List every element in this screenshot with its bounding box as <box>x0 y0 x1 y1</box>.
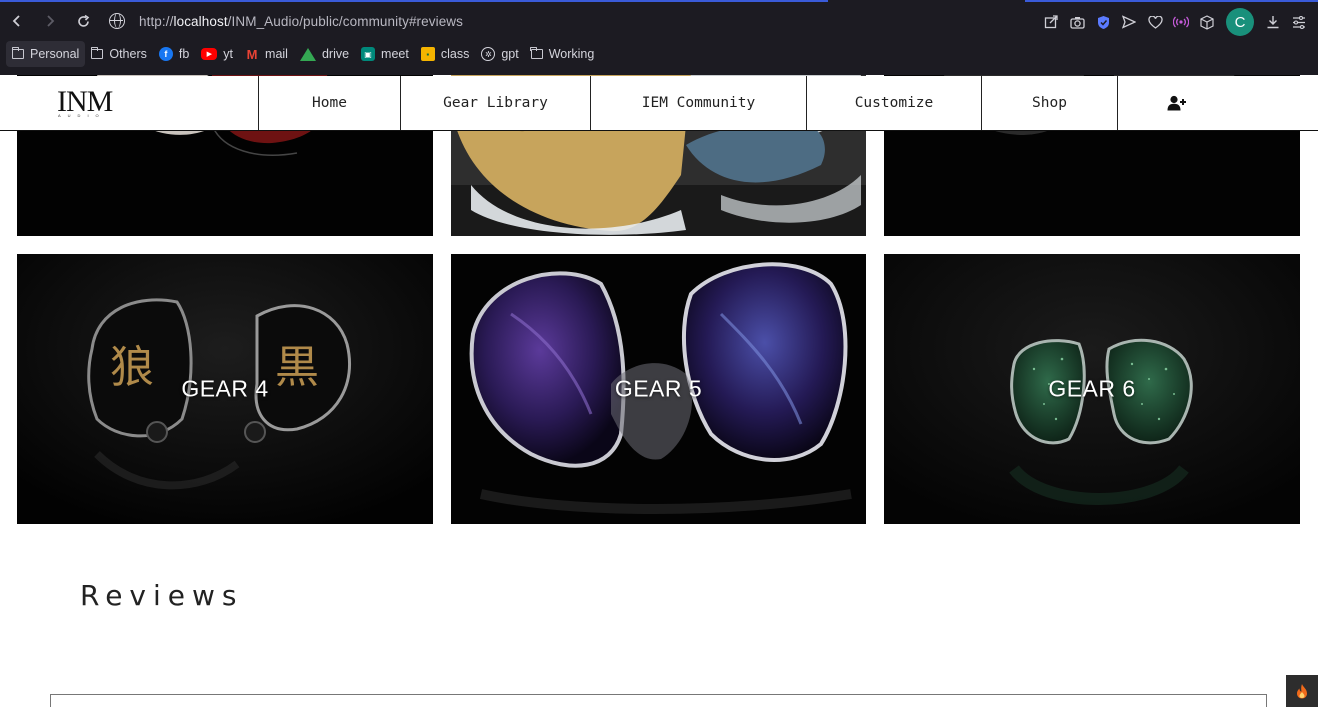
folder-icon <box>91 47 104 59</box>
bookmark-class[interactable]: ▪ class <box>415 41 475 67</box>
reload-button[interactable] <box>67 5 99 37</box>
nav-customize[interactable]: Customize <box>806 76 981 130</box>
gear-card-5[interactable]: GEAR 5 <box>451 254 866 524</box>
nav-home[interactable]: Home <box>258 76 400 130</box>
youtube-icon: ▶ <box>201 48 218 60</box>
shield-icon[interactable] <box>1092 9 1114 35</box>
radio-broadcast-icon[interactable] <box>1170 9 1192 35</box>
gear-label: GEAR 4 <box>181 375 269 402</box>
reload-icon <box>77 14 89 27</box>
chatgpt-icon: ✲ <box>481 47 496 61</box>
gear-label: GEAR 5 <box>614 375 703 402</box>
logo-subtext: AUDIO <box>58 113 106 118</box>
share-icon[interactable] <box>1040 9 1062 35</box>
gmail-icon: M <box>246 46 258 62</box>
browser-toolbar: http://localhost/INM_Audio/public/commun… <box>0 0 1318 75</box>
menu-icon[interactable] <box>1288 9 1310 35</box>
bookmark-mail[interactable]: Mmail <box>239 41 294 67</box>
folder-icon <box>530 47 543 59</box>
facebook-icon: f <box>158 47 173 61</box>
back-button[interactable] <box>1 5 33 37</box>
address-row: http://localhost/INM_Audio/public/commun… <box>0 2 1318 40</box>
forward-button[interactable] <box>34 5 66 37</box>
gear-label: GEAR 6 <box>1048 375 1136 402</box>
meet-icon: ▣ <box>361 47 376 61</box>
bookmarks-bar: Personal Others f fb ▶ yt Mmail drive ▣ mee… <box>0 40 1318 68</box>
reviews-container <box>50 694 1267 707</box>
camera-icon[interactable] <box>1066 9 1088 35</box>
toolbar-actions: C <box>1040 8 1310 36</box>
nav-iem-community[interactable]: IEM Community <box>590 76 806 130</box>
bookmark-drive[interactable]: drive <box>294 41 355 67</box>
page-viewport: 狼 黒 GEAR 4 GEAR 5 GEAR 6 INM AUDIO Home … <box>0 75 1318 707</box>
chevron-left-icon <box>12 15 20 27</box>
url-text: http://localhost/INM_Audio/public/commun… <box>139 13 464 29</box>
send-icon[interactable] <box>1118 9 1140 35</box>
classroom-icon: ▪ <box>420 47 435 61</box>
chevron-right-icon <box>47 15 55 27</box>
flame-icon <box>1297 684 1307 699</box>
bookmark-fb[interactable]: f fb <box>153 41 195 67</box>
globe-icon <box>109 13 125 29</box>
nav-shop[interactable]: Shop <box>981 76 1117 130</box>
bookmark-yt[interactable]: ▶ yt <box>195 41 239 67</box>
drive-icon <box>299 47 316 61</box>
gear-card-6[interactable]: GEAR 6 <box>884 254 1300 524</box>
nav-gear-library[interactable]: Gear Library <box>400 76 590 130</box>
site-navbar: INM AUDIO Home Gear Library IEM Communit… <box>0 76 1318 131</box>
bookmark-others[interactable]: Others <box>85 41 153 67</box>
site-logo[interactable]: INM AUDIO <box>0 76 258 130</box>
download-icon[interactable] <box>1262 9 1284 35</box>
bookmark-working[interactable]: Working <box>525 41 601 67</box>
bookmark-meet[interactable]: ▣ meet <box>355 41 415 67</box>
account-button[interactable] <box>1117 76 1235 130</box>
gear-card-4[interactable]: 狼 黒 GEAR 4 <box>17 254 433 524</box>
folder-icon <box>11 47 24 59</box>
fire-button[interactable] <box>1286 675 1318 707</box>
bookmark-personal[interactable]: Personal <box>6 41 86 67</box>
cube-icon[interactable] <box>1196 9 1218 35</box>
bookmark-gpt[interactable]: ✲ gpt <box>475 41 524 67</box>
reviews-heading: Reviews <box>80 579 244 612</box>
url-bar[interactable]: http://localhost/INM_Audio/public/commun… <box>109 6 463 36</box>
profile-avatar[interactable]: C <box>1226 8 1254 36</box>
heart-icon[interactable] <box>1144 9 1166 35</box>
user-plus-icon <box>1167 95 1186 111</box>
